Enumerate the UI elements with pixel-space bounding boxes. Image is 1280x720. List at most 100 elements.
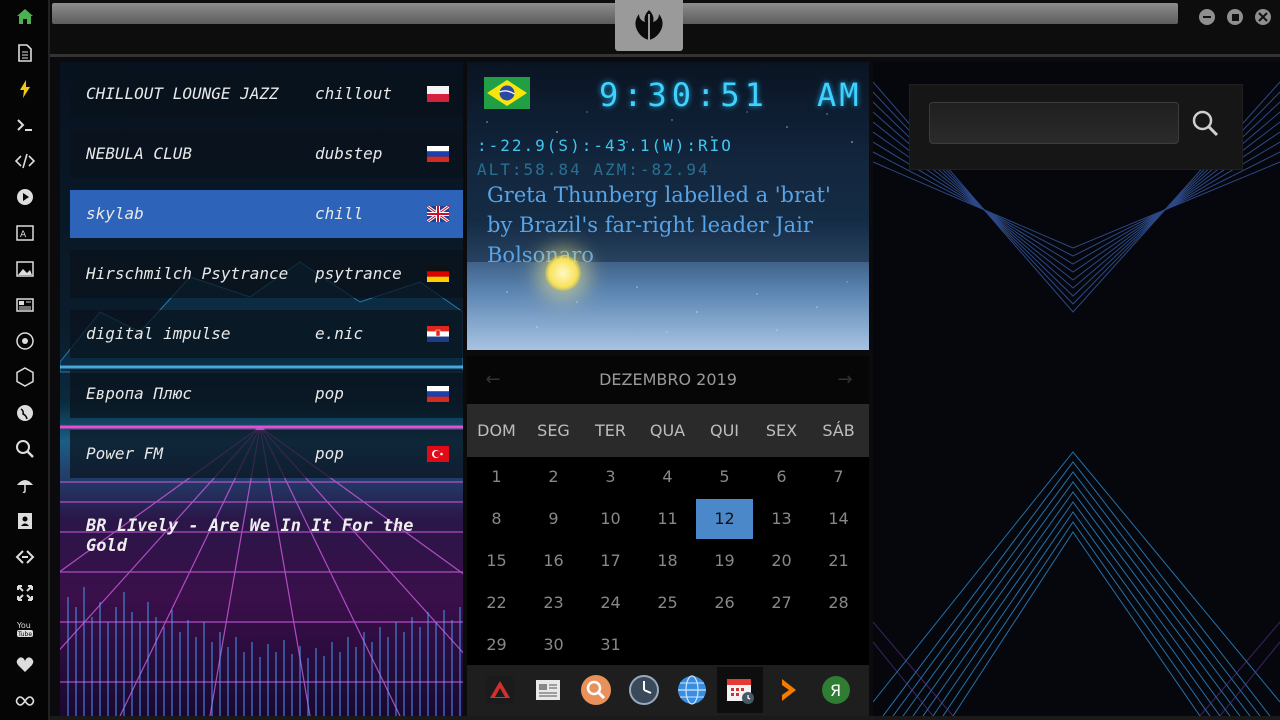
globe-icon[interactable]: [0, 396, 50, 430]
svg-text:Я: Я: [830, 681, 841, 700]
calendar-day[interactable]: 13: [753, 499, 810, 539]
infinity-icon[interactable]: [0, 684, 50, 718]
station-name: Hirschmilch Psytrance: [86, 264, 289, 283]
calendar-day[interactable]: 11: [639, 499, 696, 539]
world-clock-panel: 9:30:51 AM :-22.9(S):-43.1(W):RIO ALT:58…: [467, 62, 869, 350]
contact-book-icon[interactable]: [0, 504, 50, 538]
calendar-day[interactable]: 18: [639, 541, 696, 581]
calendar-day[interactable]: 2: [525, 457, 582, 497]
calendar-day[interactable]: 19: [696, 541, 753, 581]
calendar-app-icon[interactable]: [717, 667, 763, 713]
terminal-icon[interactable]: [0, 108, 50, 142]
germany-flag-icon: [427, 266, 449, 282]
calendar-day[interactable]: 8: [468, 499, 525, 539]
svg-text:You: You: [16, 621, 31, 630]
next-month-button[interactable]: →: [833, 368, 857, 392]
calendar-day[interactable]: 14: [810, 499, 867, 539]
calendar-day-today[interactable]: 12: [696, 499, 753, 539]
calendar-day[interactable]: 17: [582, 541, 639, 581]
search-button[interactable]: [1187, 105, 1223, 141]
expand-icon[interactable]: [0, 576, 50, 610]
station-item-active[interactable]: skylab chill: [70, 190, 463, 238]
youtube-icon[interactable]: You Tube: [0, 612, 50, 646]
home-icon[interactable]: [0, 0, 50, 34]
heart-icon[interactable]: [0, 648, 50, 682]
station-item[interactable]: Hirschmilch Psytrance psytrance: [70, 250, 463, 298]
station-genre: dubstep: [315, 144, 383, 163]
clock-altitude-azimuth: ALT:58.84 AZM:-82.94: [477, 160, 710, 179]
calendar-day[interactable]: 25: [639, 583, 696, 623]
calendar-day[interactable]: 7: [810, 457, 867, 497]
station-item[interactable]: NEBULA CLUB dubstep: [70, 130, 463, 178]
newspaper-icon[interactable]: [0, 288, 50, 322]
arrow-app-icon[interactable]: [765, 667, 811, 713]
calendar-day[interactable]: 1: [468, 457, 525, 497]
left-dock: A You Tube: [0, 0, 50, 720]
bottom-border: [50, 716, 1280, 720]
station-genre: pop: [315, 444, 344, 463]
document-icon[interactable]: [0, 36, 50, 70]
calendar-day[interactable]: 23: [525, 583, 582, 623]
station-genre: pop: [315, 384, 344, 403]
station-item[interactable]: digital impulse e.nic: [70, 310, 463, 358]
weekday-label: QUI: [709, 421, 740, 440]
calendar-day[interactable]: 29: [468, 625, 525, 665]
rebel-icon[interactable]: [0, 324, 50, 358]
delta-app-icon[interactable]: [477, 667, 523, 713]
calendar-header: ← DEZEMBRO 2019 →: [467, 356, 869, 404]
minimize-button[interactable]: [1199, 9, 1215, 25]
station-item[interactable]: CHILLOUT LOUNGE JAZZ chillout: [70, 70, 463, 118]
turkey-flag-icon: [427, 446, 449, 462]
station-name: Power FM: [86, 444, 164, 463]
calendar-day[interactable]: 9: [525, 499, 582, 539]
maximize-button[interactable]: [1227, 9, 1243, 25]
yandex-app-icon[interactable]: Я: [813, 667, 859, 713]
weekday-label: SEX: [765, 421, 798, 440]
russia-flag-icon: [427, 386, 449, 402]
lightning-icon[interactable]: [0, 72, 50, 106]
calendar-day[interactable]: 20: [753, 541, 810, 581]
calendar-day[interactable]: 16: [525, 541, 582, 581]
search-input[interactable]: [929, 102, 1179, 144]
code-icon[interactable]: [0, 144, 50, 178]
weekday-label: QUA: [649, 421, 686, 440]
calendar-day[interactable]: 10: [582, 499, 639, 539]
rebel-alliance-icon[interactable]: [615, 0, 683, 51]
clock-coordinates: :-22.9(S):-43.1(W):RIO: [477, 136, 733, 155]
close-button[interactable]: [1255, 9, 1271, 25]
clock-time: 9:30:51: [599, 76, 769, 114]
calendar-day[interactable]: 5: [696, 457, 753, 497]
search-icon: [1192, 110, 1219, 137]
now-playing-title: BR LIvely - Are We In It For the Gold: [86, 516, 414, 556]
calendar-day[interactable]: 24: [582, 583, 639, 623]
hexagon-icon[interactable]: [0, 360, 50, 394]
calendar-day[interactable]: 31: [582, 625, 639, 665]
umbrella-icon[interactable]: [0, 468, 50, 502]
globe-app-icon[interactable]: [669, 667, 715, 713]
calendar-day[interactable]: 22: [468, 583, 525, 623]
image-icon[interactable]: [0, 252, 50, 286]
search-icon[interactable]: [0, 432, 50, 466]
calendar-day[interactable]: 30: [525, 625, 582, 665]
link-icon[interactable]: [0, 540, 50, 574]
calendar-day[interactable]: 26: [696, 583, 753, 623]
search-app-icon[interactable]: [573, 667, 619, 713]
calendar-day[interactable]: 3: [582, 457, 639, 497]
svg-text:Tube: Tube: [17, 631, 32, 638]
play-icon[interactable]: [0, 180, 50, 214]
translate-icon[interactable]: A: [0, 216, 50, 250]
calendar-day[interactable]: 28: [810, 583, 867, 623]
news-headline[interactable]: Greta Thunberg labelled a 'brat' by Braz…: [487, 180, 859, 270]
croatia-flag-icon: [427, 326, 449, 342]
station-item[interactable]: Европа Плюс pop: [70, 370, 463, 418]
news-app-icon[interactable]: [525, 667, 571, 713]
clock-ampm: AM: [817, 76, 862, 114]
calendar-day[interactable]: 15: [468, 541, 525, 581]
calendar-day[interactable]: 21: [810, 541, 867, 581]
calendar-day[interactable]: 4: [639, 457, 696, 497]
station-item[interactable]: Power FM pop: [70, 430, 463, 478]
calendar-day[interactable]: 27: [753, 583, 810, 623]
calendar-day[interactable]: 6: [753, 457, 810, 497]
station-name: digital impulse: [86, 324, 231, 343]
clock-app-icon[interactable]: [621, 667, 667, 713]
